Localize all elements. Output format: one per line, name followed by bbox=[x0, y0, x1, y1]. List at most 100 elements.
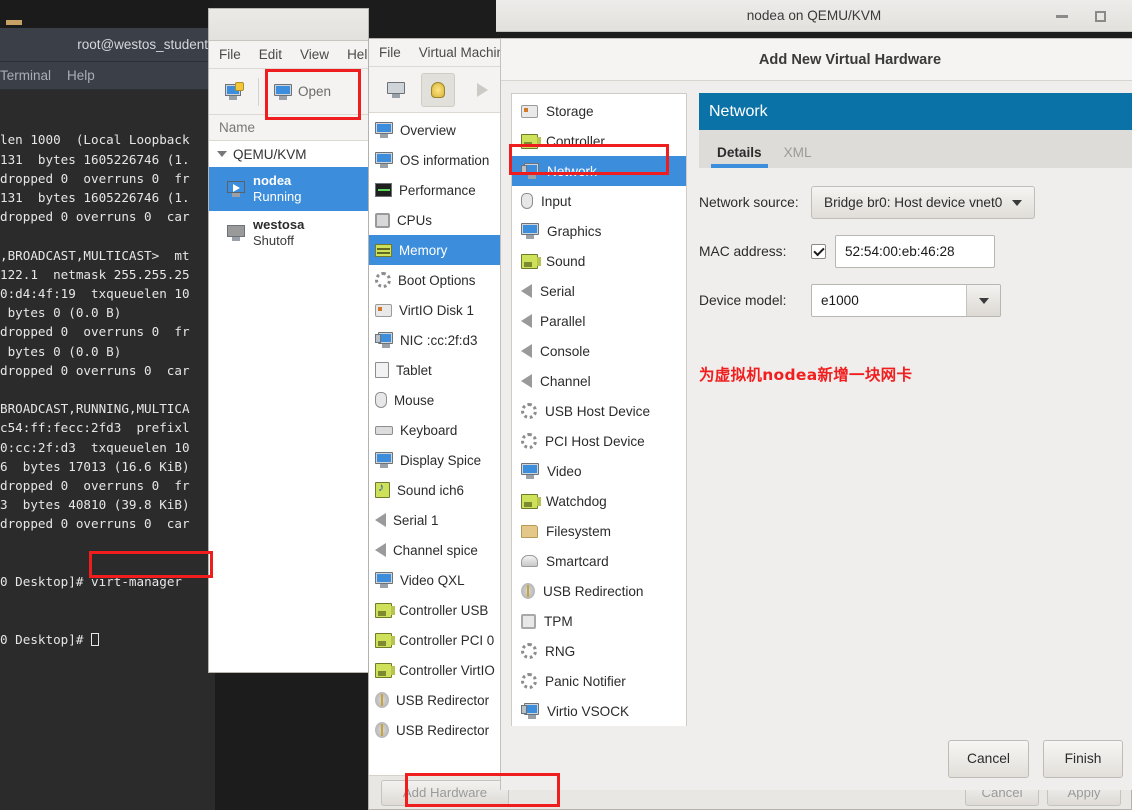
vmd-hardware-item-boot-options[interactable]: Boot Options bbox=[369, 265, 510, 295]
vmd-hardware-item-controller-virtio[interactable]: Controller VirtIO bbox=[369, 655, 510, 685]
terminal-line: bytes 0 (0.0 B) bbox=[0, 343, 122, 359]
vmm-menubar: File Edit View Help bbox=[209, 41, 368, 69]
tablet-icon bbox=[375, 362, 389, 378]
hardware-category-video[interactable]: Video bbox=[512, 456, 686, 486]
vmd-hardware-item-mouse[interactable]: Mouse bbox=[369, 385, 510, 415]
vm-list-item-nodea[interactable]: nodea Running bbox=[209, 167, 368, 211]
minimize-button[interactable] bbox=[1048, 0, 1076, 32]
hardware-category-sound[interactable]: Sound bbox=[512, 246, 686, 276]
vmd-hardware-item-controller-pci-0[interactable]: Controller PCI 0 bbox=[369, 625, 510, 655]
hardware-category-serial[interactable]: Serial bbox=[512, 276, 686, 306]
hardware-category-storage[interactable]: Storage bbox=[512, 96, 686, 126]
maximize-button[interactable] bbox=[1086, 0, 1114, 32]
vmm-menu-help[interactable]: Help bbox=[347, 47, 368, 62]
vmd-hardware-item-performance[interactable]: Performance bbox=[369, 175, 510, 205]
vmd-hardware-item-virtio-disk-1[interactable]: VirtIO Disk 1 bbox=[369, 295, 510, 325]
vmm-menu-edit[interactable]: Edit bbox=[259, 47, 282, 62]
vmd-hardware-item-cpus[interactable]: CPUs bbox=[369, 205, 510, 235]
gear-icon bbox=[521, 403, 537, 419]
new-vm-button[interactable] bbox=[219, 80, 249, 104]
tab-xml[interactable]: XML bbox=[784, 145, 812, 168]
terminal-line: 6 bytes 17013 (16.6 KiB) bbox=[0, 458, 190, 474]
vmd-hardware-label: Performance bbox=[399, 182, 476, 198]
mac-address-input[interactable]: 52:54:00:eb:46:28 bbox=[835, 235, 995, 268]
hardware-category-usb-host-device[interactable]: USB Host Device bbox=[512, 396, 686, 426]
serial-icon bbox=[375, 513, 386, 527]
hardware-category-channel[interactable]: Channel bbox=[512, 366, 686, 396]
vmd-menu-file[interactable]: File bbox=[379, 45, 401, 60]
vmd-run-button[interactable] bbox=[465, 73, 499, 107]
vmd-hardware-item-tablet[interactable]: Tablet bbox=[369, 355, 510, 385]
hardware-category-label: Controller bbox=[546, 133, 605, 149]
vmd-hardware-item-sound-ich6[interactable]: Sound ich6 bbox=[369, 475, 510, 505]
vmd-hardware-item-channel-spice[interactable]: Channel spice bbox=[369, 535, 510, 565]
hardware-category-tpm[interactable]: TPM bbox=[512, 606, 686, 636]
maximize-icon bbox=[1094, 10, 1106, 22]
smartcard-icon bbox=[521, 555, 538, 567]
hardware-category-console[interactable]: Console bbox=[512, 336, 686, 366]
vmd-hardware-item-usb-redirector[interactable]: USB Redirector bbox=[369, 715, 510, 745]
vmm-menu-file[interactable]: File bbox=[219, 47, 241, 62]
vmd-hardware-item-nic-cc-2f-d3[interactable]: NIC :cc:2f:d3 bbox=[369, 325, 510, 355]
addhw-finish-button[interactable]: Finish bbox=[1043, 739, 1123, 778]
vmd-hardware-label: Controller VirtIO bbox=[399, 662, 495, 678]
chevron-down-icon bbox=[978, 297, 989, 304]
chevron-down-icon[interactable] bbox=[217, 151, 227, 157]
device-model-select[interactable]: e1000 bbox=[811, 284, 1001, 317]
terminal-menu-terminal[interactable]: Terminal bbox=[0, 68, 51, 83]
vmd-hardware-label: Controller USB bbox=[399, 602, 489, 618]
hardware-category-graphics[interactable]: Graphics bbox=[512, 216, 686, 246]
hardware-category-watchdog[interactable]: Watchdog bbox=[512, 486, 686, 516]
hardware-category-rng[interactable]: RNG bbox=[512, 636, 686, 666]
network-source-select[interactable]: Bridge br0: Host device vnet0 bbox=[811, 186, 1036, 219]
vmd-hardware-label: Keyboard bbox=[400, 422, 458, 438]
addhw-cancel-button[interactable]: Cancel bbox=[948, 739, 1029, 778]
hardware-category-panic-notifier[interactable]: Panic Notifier bbox=[512, 666, 686, 696]
hardware-category-virtio-vsock[interactable]: Virtio VSOCK bbox=[512, 696, 686, 726]
vmd-hardware-label: Controller PCI 0 bbox=[399, 632, 495, 648]
vmd-hardware-list[interactable]: Overview OS information Performance CPUs Mem… bbox=[369, 113, 511, 809]
mac-address-checkbox[interactable] bbox=[811, 244, 826, 259]
vmd-hardware-item-video-qxl[interactable]: Video QXL bbox=[369, 565, 510, 595]
hardware-category-network[interactable]: Network bbox=[512, 156, 686, 186]
vmd-console-button[interactable] bbox=[379, 73, 413, 107]
vm-list-item-westosa[interactable]: westosa Shutoff bbox=[209, 211, 368, 255]
open-button[interactable]: Open bbox=[268, 80, 337, 104]
network-icon bbox=[375, 332, 393, 348]
hardware-category-smartcard[interactable]: Smartcard bbox=[512, 546, 686, 576]
vmd-hardware-item-display-spice[interactable]: Display Spice bbox=[369, 445, 510, 475]
terminal-menu-help[interactable]: Help bbox=[67, 68, 95, 83]
vm-running-icon bbox=[227, 181, 245, 197]
hardware-category-usb-redirection[interactable]: USB Redirection bbox=[512, 576, 686, 606]
vmd-details-button[interactable] bbox=[421, 72, 455, 107]
vmd-hardware-item-serial-1[interactable]: Serial 1 bbox=[369, 505, 510, 535]
add-hardware-window-title: nodea on QEMU/KVM bbox=[746, 8, 882, 23]
add-hardware-button[interactable]: Add Hardware bbox=[381, 779, 509, 806]
vmd-hardware-item-controller-usb[interactable]: Controller USB bbox=[369, 595, 510, 625]
hardware-category-filesystem[interactable]: Filesystem bbox=[512, 516, 686, 546]
device-model-dropdown-button[interactable] bbox=[966, 285, 1000, 316]
terminal-prompt-2: 0 Desktop]# bbox=[0, 631, 91, 647]
hardware-category-controller[interactable]: Controller bbox=[512, 126, 686, 156]
vmd-hardware-item-keyboard[interactable]: Keyboard bbox=[369, 415, 510, 445]
add-hardware-footer: Cancel Finish bbox=[501, 726, 1132, 790]
terminal-line: dropped 0 overruns 0 fr bbox=[0, 478, 190, 494]
hardware-category-input[interactable]: Input bbox=[512, 186, 686, 216]
vmd-hardware-item-os-information[interactable]: OS information bbox=[369, 145, 510, 175]
hardware-category-list[interactable]: Storage Controller Network Input Graphics Sou… bbox=[511, 93, 687, 739]
vmm-vm-list[interactable]: QEMU/KVM nodea Running westosa Shutoff bbox=[209, 141, 368, 672]
vmd-hardware-label: USB Redirector bbox=[396, 692, 490, 708]
hardware-category-pci-host-device[interactable]: PCI Host Device bbox=[512, 426, 686, 456]
check-icon bbox=[812, 244, 825, 256]
vmd-hardware-item-overview[interactable]: Overview bbox=[369, 115, 510, 145]
terminal-line: dropped 0 overruns 0 fr bbox=[0, 324, 190, 340]
hardware-category-parallel[interactable]: Parallel bbox=[512, 306, 686, 336]
vmm-connection-group[interactable]: QEMU/KVM bbox=[209, 141, 368, 167]
terminal-output[interactable]: len 1000 (Local Loopback 131 bytes 160522… bbox=[0, 90, 215, 810]
vmd-hardware-item-memory[interactable]: Memory bbox=[369, 235, 510, 265]
gear-icon bbox=[521, 673, 537, 689]
vmm-menu-view[interactable]: View bbox=[300, 47, 329, 62]
controller-icon bbox=[375, 602, 395, 618]
vmd-hardware-item-usb-redirector[interactable]: USB Redirector bbox=[369, 685, 510, 715]
tab-details[interactable]: Details bbox=[711, 145, 768, 168]
